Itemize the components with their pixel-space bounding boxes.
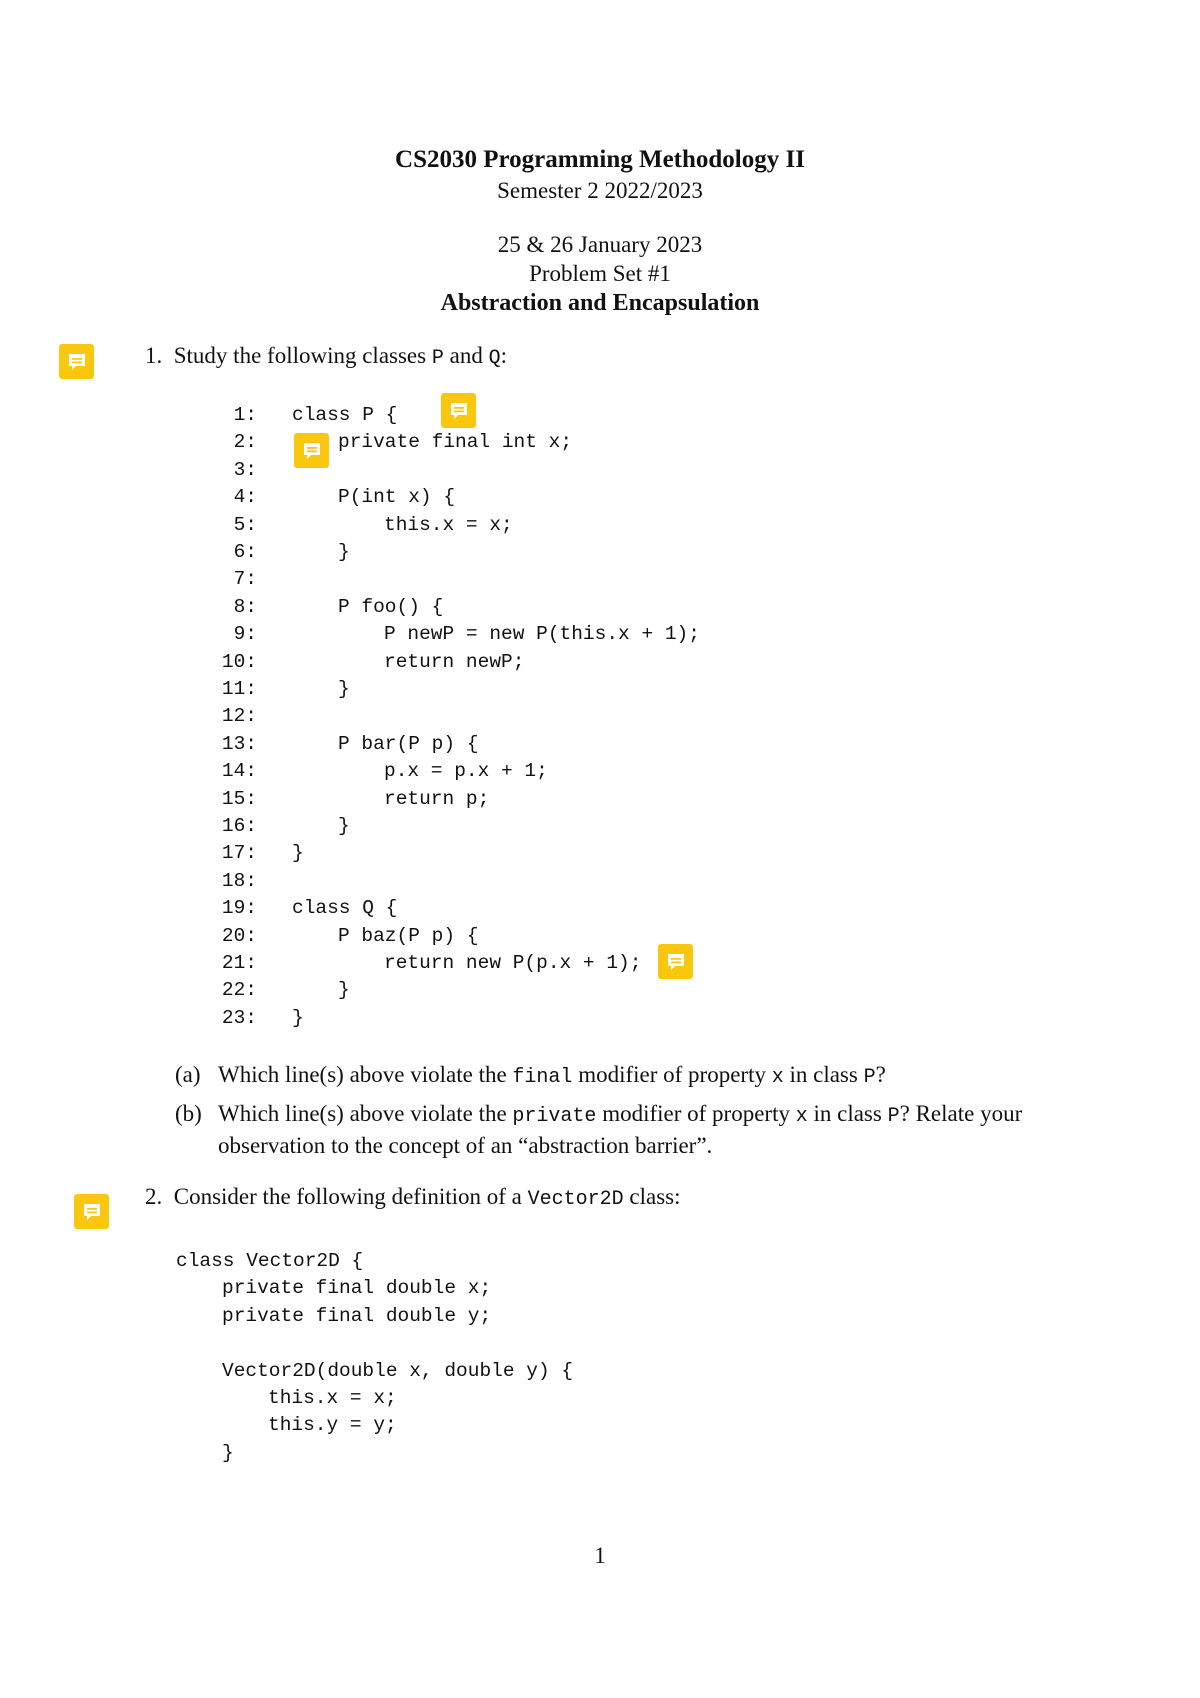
question-2-prompt: 2. Consider the following definition of … (145, 1184, 681, 1211)
code-line: } (292, 1006, 304, 1029)
line-number: 1: (233, 404, 257, 426)
line-number: 15: (221, 787, 257, 810)
code-line: this.x = x; (268, 1387, 397, 1409)
code-line: private final double x; (222, 1277, 492, 1300)
line-number: 13: (221, 732, 257, 755)
code-line: return newP; (384, 650, 525, 673)
code-line: return new P(p.x + 1); (384, 952, 642, 974)
code-line: private final int x; (338, 431, 573, 454)
page-number: 1 (594, 1543, 606, 1568)
line-number: 10: (221, 650, 257, 673)
code-line: class Vector2D { (176, 1250, 364, 1272)
code-line: } (338, 678, 350, 700)
code-line: p.x = p.x + 1; (384, 760, 548, 783)
code-line: P newP = new P(this.x + 1); (384, 623, 700, 646)
line-number: 22: (221, 979, 257, 1002)
class-name-vector2d: Vector2D (527, 1188, 624, 1211)
code-line: P bar(P p) { (338, 732, 479, 755)
code-line: } (222, 1441, 234, 1464)
code-line: this.x = x; (384, 513, 513, 536)
code-line: Vector2D(double x, double y) { (222, 1359, 574, 1382)
line-number: 12: (221, 705, 257, 728)
line-number: 17: (221, 842, 257, 865)
date: 25 & 26 January 2023 (497, 232, 703, 257)
code-line: } (338, 815, 350, 837)
code-line: return p; (384, 787, 490, 810)
subquestion-label: (b) (175, 1101, 202, 1126)
topic-title: Abstraction and Encapsulation (440, 290, 760, 316)
line-number: 11: (221, 678, 257, 700)
line-number: 20: (221, 924, 257, 947)
question-1b: (b) Which line(s) above violate the priv… (175, 1101, 1023, 1158)
class-name-p: P (431, 347, 444, 370)
subquestion-label: (a) (175, 1062, 201, 1087)
line-number: 4: (233, 486, 257, 509)
code-line: } (292, 842, 304, 865)
line-number: 16: (221, 815, 257, 837)
line-number: 9: (233, 623, 257, 646)
comment-note-icon[interactable] (658, 944, 693, 979)
comment-note-icon[interactable] (59, 344, 94, 379)
comment-note-icon[interactable] (74, 1194, 109, 1229)
comment-note-icon[interactable] (294, 433, 329, 468)
course-title: CS2030 Programming Methodology II (395, 146, 805, 173)
class-name-q: Q (488, 347, 501, 370)
line-number: 3: (233, 458, 257, 481)
line-number: 5: (233, 513, 257, 536)
code-line: P baz(P p) { (338, 924, 479, 947)
code-line: P foo() { (338, 595, 444, 618)
line-number: 2: (233, 431, 257, 454)
code-line: } (338, 541, 350, 563)
code-line: P(int x) { (338, 486, 456, 509)
code-line: this.y = y; (268, 1414, 397, 1437)
code-line: private final double y; (222, 1304, 492, 1327)
line-number: 8: (233, 595, 257, 618)
comment-note-icon[interactable] (441, 393, 476, 428)
line-number: 21: (221, 952, 257, 974)
line-number: 14: (221, 760, 257, 783)
line-number: 6: (233, 541, 257, 563)
problem-set-number: Problem Set #1 (529, 261, 671, 286)
code-line: class Q { (292, 897, 398, 920)
line-number: 18: (221, 869, 257, 892)
question-1a: (a) Which line(s) above violate the fina… (175, 1062, 886, 1089)
question-1-prompt: 1. Study the following classes P and Q: (145, 343, 507, 370)
line-number: 7: (233, 568, 257, 591)
line-number: 23: (221, 1006, 257, 1029)
question-number: 2. (145, 1184, 163, 1209)
question-number: 1. (145, 343, 163, 368)
code-line: } (338, 979, 350, 1002)
code-line: class P { (292, 404, 398, 426)
semester: Semester 2 2022/2023 (497, 178, 703, 203)
line-number: 19: (221, 897, 257, 920)
